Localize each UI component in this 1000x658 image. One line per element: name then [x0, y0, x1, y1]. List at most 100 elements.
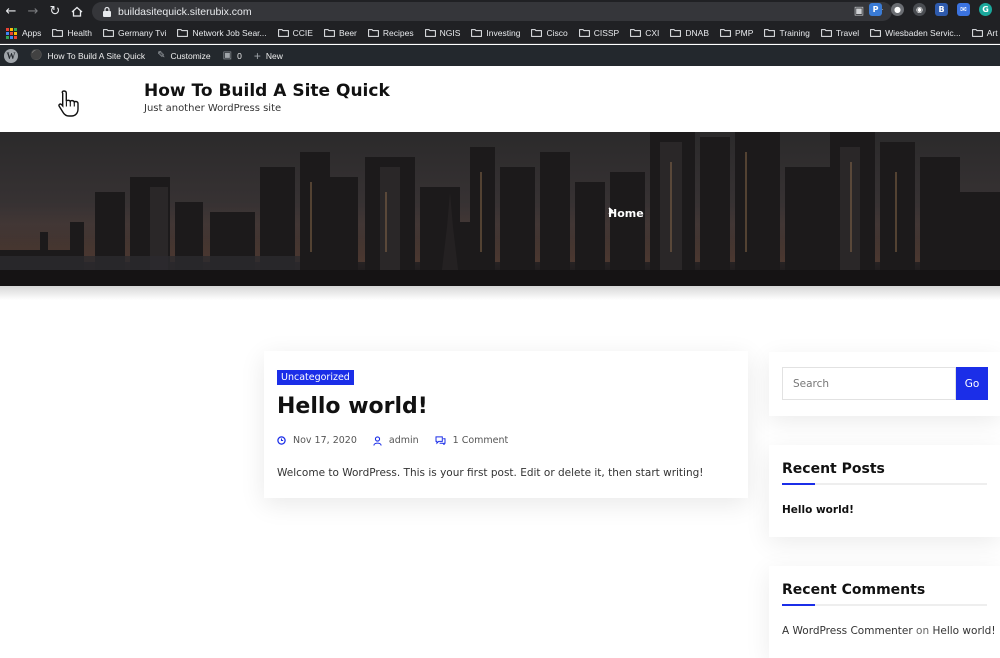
hero-shadow — [0, 286, 1000, 300]
recent-comment-item: A WordPress Commenter on Hello world! — [782, 625, 996, 637]
extension-shield-icon[interactable]: ◉ — [913, 3, 926, 16]
url-text: buildasitequick.siterubix.com — [118, 5, 252, 18]
bookmarks-bar: Apps Health Germany Tvi Network Job Sear...… — [0, 23, 1000, 44]
plus-icon: + — [253, 48, 261, 63]
bookmark-label: CXI — [645, 28, 660, 38]
bookmark-label: Wiesbaden Servic... — [885, 28, 961, 38]
category-badge[interactable]: Uncategorized — [277, 370, 354, 385]
bookmark-folder[interactable]: Cisco — [531, 28, 568, 38]
post-date[interactable]: Nov 17, 2020 — [277, 435, 357, 446]
home-icon[interactable] — [66, 0, 88, 23]
clock-icon — [277, 436, 286, 445]
post-title[interactable]: Hello world! — [277, 394, 735, 419]
post-meta: Nov 17, 2020 admin 1 Comment — [277, 435, 735, 446]
extension-circle-icon[interactable]: ● — [891, 3, 904, 16]
bookmark-label: Art — [986, 28, 998, 38]
cast-icon[interactable]: ▣ — [854, 4, 864, 17]
bookmark-folder[interactable]: CCIE — [277, 28, 313, 38]
bookmark-folder[interactable]: Wiesbaden Servic... — [870, 28, 961, 38]
folder-icon — [820, 29, 832, 37]
bookmark-folder[interactable]: Travel — [820, 28, 859, 38]
folder-icon — [277, 29, 289, 37]
admin-bar-new[interactable]: + New — [254, 49, 283, 63]
search-go-button[interactable]: Go — [956, 367, 988, 400]
bookmark-folder[interactable]: Investing — [471, 28, 520, 38]
bookmark-label: Apps — [22, 28, 42, 38]
post-author[interactable]: admin — [373, 435, 419, 446]
address-bar[interactable]: buildasitequick.siterubix.com ▣ ☆ — [92, 2, 892, 21]
admin-bar-customize-label: Customize — [170, 50, 211, 61]
folder-icon — [103, 29, 114, 37]
bookmark-label: Network Job Sear... — [192, 28, 267, 38]
post-card: Uncategorized Hello world! Nov 17, 2020 … — [264, 351, 748, 498]
comment-post-link[interactable]: Hello world! — [932, 625, 995, 637]
bookmark-folder[interactable]: Training — [764, 28, 810, 38]
search-input[interactable]: Search — [782, 367, 956, 400]
bookmark-apps[interactable]: Apps — [6, 27, 42, 39]
back-arrow-icon[interactable]: ← — [0, 0, 22, 23]
bookmark-folder[interactable]: Network Job Sear... — [177, 28, 267, 38]
chevron-right-icon — [608, 207, 614, 215]
recent-comments-widget: Recent Comments A WordPress Commenter on… — [769, 566, 1000, 658]
bookmark-label: Health — [67, 28, 92, 38]
comments-icon — [435, 436, 446, 445]
bookmark-label: Cisco — [546, 28, 568, 38]
folder-icon — [870, 29, 882, 37]
bookmark-folder[interactable]: Health — [52, 28, 92, 38]
folder-icon — [471, 29, 483, 37]
folder-icon — [424, 29, 436, 37]
recent-post-link[interactable]: Hello world! — [782, 504, 987, 516]
bookmark-label: Germany Tvi — [117, 28, 167, 38]
folder-icon — [630, 29, 642, 37]
bookmark-folder[interactable]: Germany Tvi — [103, 28, 167, 38]
admin-bar-site-link[interactable]: ⚫ How To Build A Site Quick — [30, 50, 145, 61]
bookmark-label: NGIS — [439, 28, 461, 38]
comment-author-link[interactable]: A WordPress Commenter — [782, 625, 913, 637]
widget-divider — [782, 483, 987, 485]
extension-mail-icon[interactable]: ✉ — [957, 3, 970, 16]
bookmark-folder[interactable]: Art — [971, 28, 998, 38]
site-title[interactable]: How To Build A Site Quick — [144, 81, 390, 101]
site-header: How To Build A Site Quick Just another W… — [0, 66, 1000, 132]
post-author-text: admin — [388, 435, 419, 446]
bookmark-label: Training — [779, 28, 810, 38]
wordpress-logo-icon[interactable]: W — [4, 48, 18, 63]
folder-icon — [764, 29, 776, 37]
city-skyline-image — [0, 132, 1000, 286]
bookmark-folder[interactable]: PMP — [720, 28, 753, 38]
post-comments[interactable]: 1 Comment — [435, 435, 508, 446]
breadcrumb: Home — [608, 207, 644, 220]
folder-icon — [177, 29, 189, 37]
reload-icon[interactable]: ↻ — [44, 0, 66, 23]
comment-on-text: on — [916, 625, 930, 637]
bookmark-folder[interactable]: Recipes — [368, 28, 414, 38]
admin-bar-comments-count: 0 — [237, 50, 242, 61]
bookmark-folder[interactable]: DNAB — [670, 28, 709, 38]
bookmark-label: Beer — [338, 28, 357, 38]
user-icon — [373, 435, 382, 446]
admin-bar-customize[interactable]: ✎ Customize — [157, 50, 211, 61]
wp-admin-bar: W ⚫ How To Build A Site Quick ✎ Customiz… — [0, 45, 1000, 66]
admin-bar-comments[interactable]: ▣ 0 — [223, 50, 242, 61]
extension-grammar-icon[interactable]: G — [979, 3, 992, 16]
bookmark-label: Recipes — [382, 28, 414, 38]
lock-icon — [103, 6, 111, 17]
folder-icon — [578, 29, 590, 37]
bookmark-folder[interactable]: NGIS — [424, 28, 461, 38]
hand-pointer-cursor-icon — [58, 90, 79, 117]
bookmark-label: PMP — [735, 28, 754, 38]
extension-b-icon[interactable]: B — [935, 3, 948, 16]
admin-bar-new-label: New — [265, 50, 283, 61]
recent-posts-widget: Recent Posts Hello world! — [769, 445, 1000, 537]
browser-toolbar: ← → ↻ buildasitequick.siterubix.com ▣ ☆ … — [0, 0, 1000, 23]
folder-icon — [971, 29, 983, 37]
bookmark-folder[interactable]: CISSP — [578, 28, 619, 38]
bookmark-folder[interactable]: Beer — [324, 28, 357, 38]
folder-icon — [670, 29, 682, 37]
bookmark-label: CCIE — [292, 28, 313, 38]
extension-p-icon[interactable]: P — [869, 3, 882, 16]
search-widget: Search Go — [769, 352, 1000, 416]
comment-bubble-icon: ▣ — [222, 50, 233, 61]
forward-arrow-icon[interactable]: → — [22, 0, 44, 23]
bookmark-folder[interactable]: CXI — [630, 28, 659, 38]
